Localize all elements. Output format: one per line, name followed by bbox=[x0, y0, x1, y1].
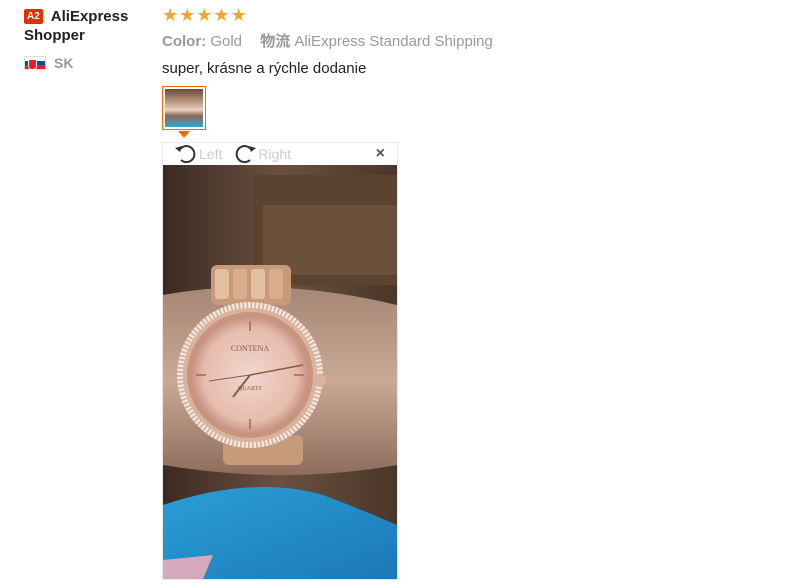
star-icon: ★ bbox=[162, 5, 179, 26]
review-text: super, krásne a rýchle dodanie bbox=[162, 60, 367, 77]
rotate-left-button[interactable]: Left bbox=[173, 143, 222, 165]
photo-viewer: Left Right × CONTENA QUARTZ bbox=[162, 142, 398, 580]
watch-brand-text: CONTENA bbox=[231, 344, 269, 353]
star-icon: ★ bbox=[213, 5, 230, 26]
reviewer-level-badge: A2 bbox=[24, 9, 43, 24]
country-code: SK bbox=[54, 55, 74, 71]
close-icon[interactable]: × bbox=[376, 146, 385, 162]
color-label: Color: bbox=[162, 33, 207, 50]
rating-stars: ★ ★ ★ ★ ★ bbox=[162, 6, 782, 26]
star-icon: ★ bbox=[179, 5, 196, 26]
rotate-left-label: Left bbox=[199, 146, 223, 162]
shipping-label: 物流 bbox=[260, 33, 291, 50]
shipping-value: AliExpress Standard Shipping bbox=[294, 33, 493, 50]
review-meta: Color: Gold 物流 AliExpress Standard Shipp… bbox=[162, 32, 782, 52]
rotate-right-icon bbox=[235, 145, 257, 164]
reviewer-info: A2 AliExpress Shopper SK bbox=[24, 7, 154, 71]
color-value: Gold bbox=[210, 33, 243, 50]
thumbnail-selected-indicator bbox=[178, 131, 190, 138]
thumbnail-image bbox=[165, 89, 203, 127]
review-content: ★ ★ ★ ★ ★ Color: Gold 物流 AliExpress Standard… bbox=[162, 6, 782, 79]
viewer-toolbar: Left Right × bbox=[163, 143, 397, 165]
watch-photo-image: CONTENA QUARTZ bbox=[163, 165, 397, 579]
rotate-left-icon bbox=[175, 145, 196, 164]
review-photo: CONTENA QUARTZ bbox=[163, 165, 397, 579]
slovakia-flag-icon bbox=[24, 56, 46, 70]
rotate-right-label: Right bbox=[258, 146, 292, 162]
reviewer-name-line: A2 AliExpress Shopper bbox=[24, 7, 154, 45]
review-photo-thumbnail[interactable] bbox=[162, 86, 206, 130]
reviewer-country: SK bbox=[24, 55, 154, 71]
rotate-right-button[interactable]: Right bbox=[232, 143, 291, 165]
star-icon: ★ bbox=[230, 5, 247, 26]
star-icon: ★ bbox=[196, 5, 213, 26]
